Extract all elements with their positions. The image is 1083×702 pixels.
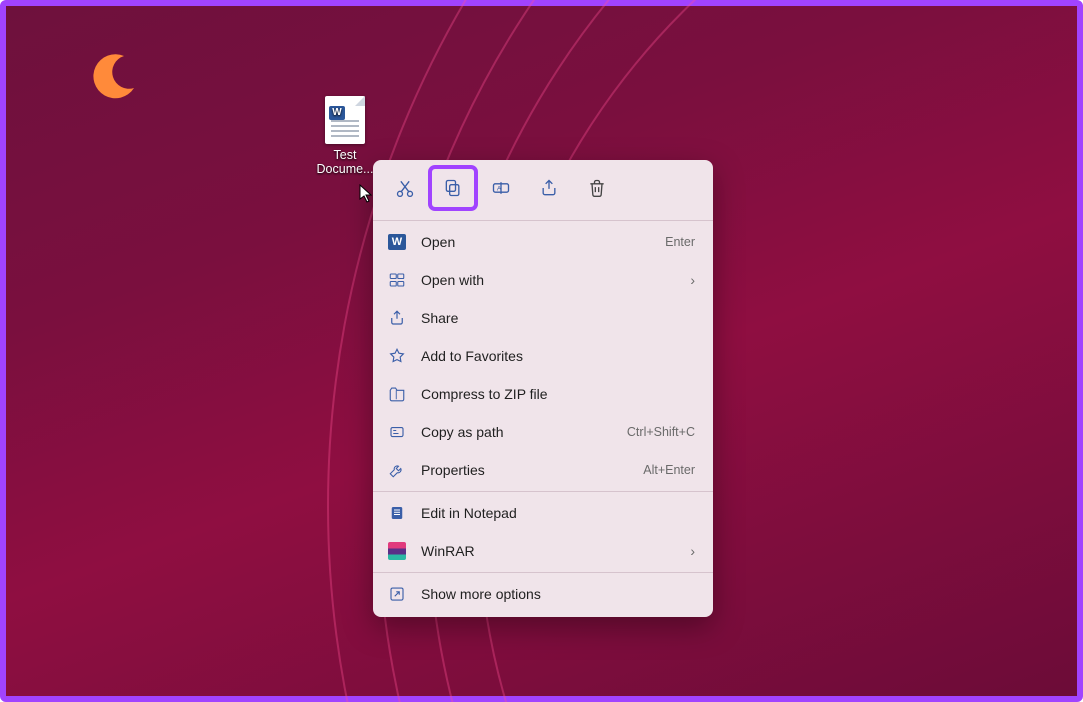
share-icon bbox=[539, 178, 559, 198]
separator bbox=[373, 491, 713, 492]
winrar-icon bbox=[387, 541, 407, 561]
word-file-icon: W bbox=[325, 96, 365, 144]
mouse-cursor-icon bbox=[359, 184, 373, 204]
menu-label: Open bbox=[421, 234, 651, 250]
menu-label: Copy as path bbox=[421, 424, 613, 440]
chevron-right-icon: › bbox=[690, 272, 695, 288]
menu-open[interactable]: W Open Enter bbox=[373, 223, 713, 261]
cut-icon bbox=[395, 178, 415, 198]
menu-label: Edit in Notepad bbox=[421, 505, 695, 521]
shortcut: Ctrl+Shift+C bbox=[627, 425, 695, 439]
copy-path-icon bbox=[387, 422, 407, 442]
share-button[interactable] bbox=[527, 168, 571, 208]
share-icon bbox=[387, 308, 407, 328]
menu-copy-path[interactable]: Copy as path Ctrl+Shift+C bbox=[373, 413, 713, 451]
separator bbox=[373, 220, 713, 221]
shortcut: Alt+Enter bbox=[643, 463, 695, 477]
delete-button[interactable] bbox=[575, 168, 619, 208]
menu-properties[interactable]: Properties Alt+Enter bbox=[373, 451, 713, 489]
menu-compress-zip[interactable]: Compress to ZIP file bbox=[373, 375, 713, 413]
copy-button[interactable] bbox=[431, 168, 475, 208]
menu-label: Show more options bbox=[421, 586, 695, 602]
menu-label: Share bbox=[421, 310, 695, 326]
menu-label: Properties bbox=[421, 462, 629, 478]
context-menu: A W Open Enter Open with › Share A bbox=[373, 160, 713, 617]
menu-edit-notepad[interactable]: Edit in Notepad bbox=[373, 494, 713, 532]
copy-icon bbox=[443, 178, 463, 198]
menu-share[interactable]: Share bbox=[373, 299, 713, 337]
chevron-right-icon: › bbox=[690, 543, 695, 559]
open-with-icon bbox=[387, 270, 407, 290]
star-icon bbox=[387, 346, 407, 366]
menu-winrar[interactable]: WinRAR › bbox=[373, 532, 713, 570]
menu-label: Open with bbox=[421, 272, 676, 288]
menu-add-favorites[interactable]: Add to Favorites bbox=[373, 337, 713, 375]
moon-icon bbox=[84, 46, 144, 106]
shortcut: Enter bbox=[665, 235, 695, 249]
rename-icon: A bbox=[491, 178, 511, 198]
expand-icon bbox=[387, 584, 407, 604]
rename-button[interactable]: A bbox=[479, 168, 523, 208]
separator bbox=[373, 572, 713, 573]
cut-button[interactable] bbox=[383, 168, 427, 208]
notepad-icon bbox=[387, 503, 407, 523]
wrench-icon bbox=[387, 460, 407, 480]
menu-open-with[interactable]: Open with › bbox=[373, 261, 713, 299]
quick-action-row: A bbox=[373, 160, 713, 218]
svg-text:A: A bbox=[497, 186, 502, 193]
word-icon: W bbox=[387, 232, 407, 252]
menu-label: Compress to ZIP file bbox=[421, 386, 695, 402]
trash-icon bbox=[587, 178, 607, 198]
desktop: W Test Docume... A bbox=[0, 0, 1083, 702]
menu-label: WinRAR bbox=[421, 543, 676, 559]
menu-show-more[interactable]: Show more options bbox=[373, 575, 713, 613]
zip-icon bbox=[387, 384, 407, 404]
menu-label: Add to Favorites bbox=[421, 348, 695, 364]
